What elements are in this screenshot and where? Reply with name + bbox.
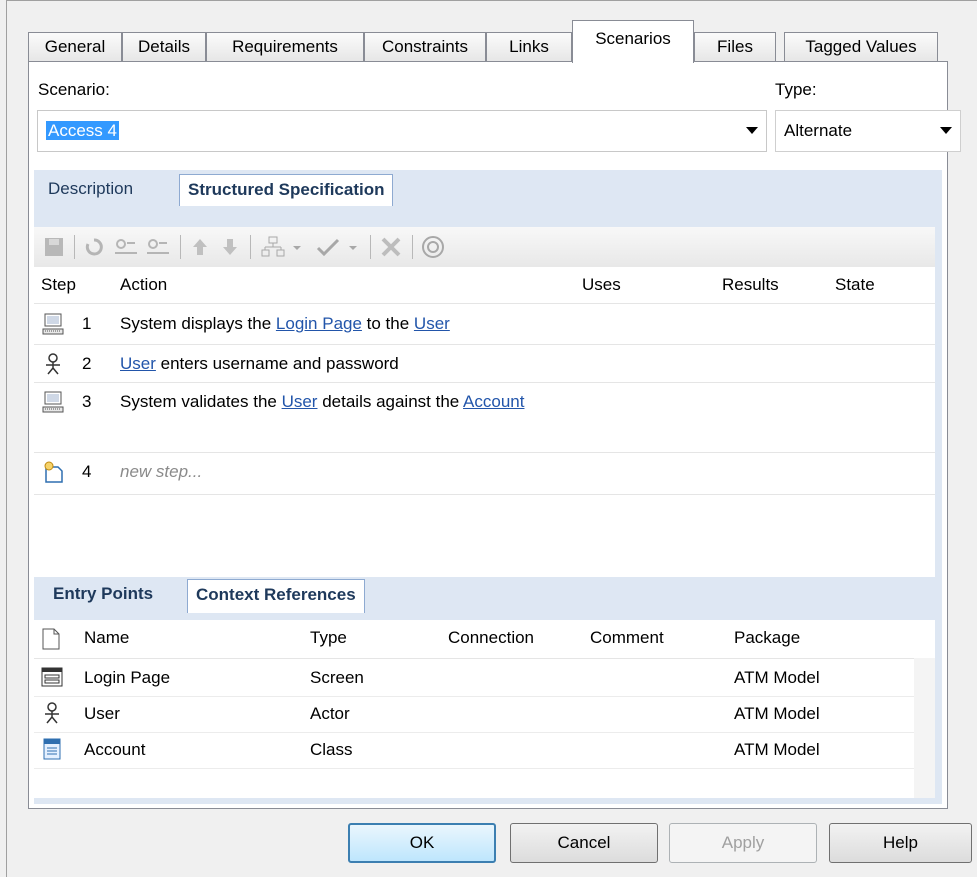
ok-button[interactable]: OK [348,823,496,863]
ref-type: Screen [310,668,364,687]
col-package[interactable]: Package [734,628,800,648]
table-row[interactable]: 4 new step... [34,452,935,495]
tab-requirements[interactable]: Requirements [206,32,364,62]
references-header: Name Type Connection Comment Package [34,620,935,659]
ref-type: Actor [310,704,350,723]
step-text: to the [361,314,414,333]
tab-context-references[interactable]: Context References [187,579,365,613]
tab-general[interactable]: General [28,32,122,62]
scenarios-panel: Scenario: Access 4 Type: Alternate Descr… [28,61,961,809]
step-text: System displays the [120,314,276,333]
col-connection[interactable]: Connection [448,628,534,648]
ref-type: Class [310,740,353,759]
ref-name: User [84,704,120,723]
list-item[interactable]: Account Class ATM Model [34,732,914,769]
ref-name: Account [84,740,146,759]
element-link[interactable]: User [414,314,450,333]
class-icon [41,738,63,760]
type-combo[interactable]: Alternate [775,110,961,152]
window-left-border [6,0,7,877]
ref-name: Login Page [84,668,171,687]
tab-scenarios[interactable]: Scenarios [572,20,694,63]
step-action[interactable]: System displays the Login Page to the Us… [120,313,560,335]
insert-substep-icon[interactable] [144,235,172,259]
chevron-down-icon[interactable] [746,127,758,134]
cancel-button[interactable]: Cancel [510,823,658,863]
tab-constraints[interactable]: Constraints [364,32,486,62]
refresh-icon[interactable] [82,235,106,259]
step-action[interactable]: User enters username and password [120,353,560,375]
hierarchy-dropdown-icon[interactable] [260,235,306,259]
type-value: Alternate [784,121,853,140]
context-references-list: Name Type Connection Comment Package Log… [34,620,935,798]
scenario-value[interactable]: Access 4 [46,121,119,141]
checkmark-dropdown-icon[interactable] [314,235,364,259]
col-step[interactable]: Step [41,275,76,295]
tab-files[interactable]: Files [694,32,776,62]
actor-icon [41,702,63,724]
step-number: 1 [82,314,92,333]
system-icon [42,391,64,413]
help-button[interactable]: Help [829,823,972,863]
actor-icon [42,353,64,375]
apply-button[interactable]: Apply [669,823,817,863]
table-row[interactable]: 2 User enters username and password [34,344,935,383]
element-link[interactable]: User [120,354,156,373]
steps-grid: Step Action Uses Results State 1 System d… [34,267,935,577]
ref-package: ATM Model [734,740,820,759]
col-type[interactable]: Type [310,628,347,648]
tab-description[interactable]: Description [40,174,141,204]
tab-structured-specification[interactable]: Structured Specification [179,174,394,206]
system-icon [42,313,64,335]
step-action[interactable]: System validates the User details agains… [120,391,560,413]
steps-grid-header: Step Action Uses Results State [34,267,935,304]
step-action[interactable]: new step... [120,461,560,483]
step-text: enters username and password [155,354,399,373]
type-label: Type: [775,80,817,99]
table-row[interactable]: 1 System displays the Login Page to the U… [34,304,935,345]
col-uses[interactable]: Uses [582,275,621,295]
arrow-down-icon[interactable] [218,235,242,259]
help-icon[interactable] [420,235,446,259]
col-comment[interactable]: Comment [590,628,664,648]
col-results[interactable]: Results [722,275,779,295]
step-number: 3 [82,392,92,411]
element-link[interactable]: Login Page [276,314,362,333]
list-item[interactable]: User Actor ATM Model [34,696,914,733]
step-number: 4 [82,462,92,481]
element-link[interactable]: Account [463,392,524,411]
chevron-down-icon[interactable] [940,127,952,134]
col-name[interactable]: Name [84,628,129,648]
delete-icon[interactable] [378,235,404,259]
save-icon[interactable] [42,235,66,259]
scenario-combo[interactable]: Access 4 [37,110,767,152]
step-text: System validates the [120,392,282,411]
col-state[interactable]: State [835,275,875,295]
scrollbar[interactable] [914,658,935,798]
main-tabbar: General Details Requirements Constraints… [28,18,948,63]
arrow-up-icon[interactable] [188,235,212,259]
col-action[interactable]: Action [120,275,167,295]
step-number: 2 [82,354,92,373]
ref-package: ATM Model [734,668,820,687]
tab-links[interactable]: Links [486,32,572,62]
tab-tagged-values[interactable]: Tagged Values [784,32,938,62]
scenario-label: Scenario: [38,80,110,99]
element-link[interactable]: User [282,392,318,411]
ref-package: ATM Model [734,704,820,723]
structured-toolbar [34,227,935,268]
table-row[interactable]: 3 System validates the User details again… [34,382,935,453]
list-item[interactable]: Login Page Screen ATM Model [34,660,914,697]
screen-icon [41,666,63,688]
document-icon [42,628,60,655]
tab-details[interactable]: Details [122,32,206,62]
window-top-border [6,0,977,1]
new-step-icon [42,461,64,483]
tab-entry-points[interactable]: Entry Points [45,579,161,609]
insert-step-icon[interactable] [112,235,140,259]
step-text: details against the [317,392,464,411]
